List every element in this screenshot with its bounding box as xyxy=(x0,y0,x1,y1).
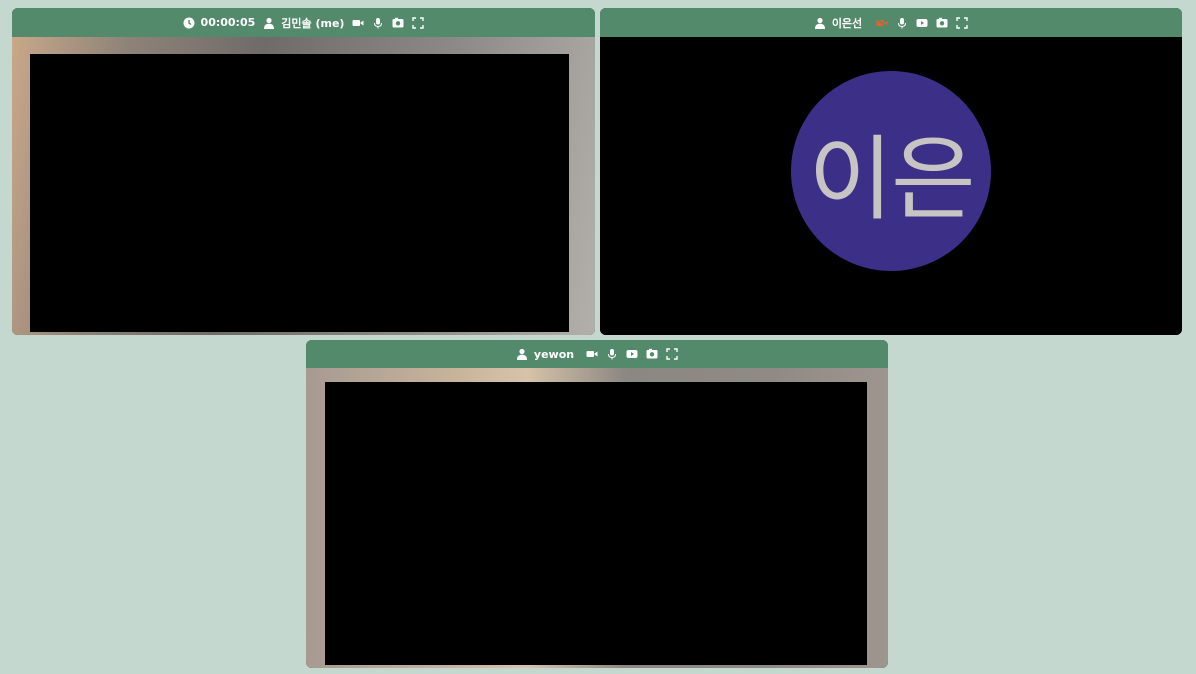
youtube-icon[interactable] xyxy=(916,17,928,29)
fullscreen-icon[interactable] xyxy=(412,16,425,29)
camera-icon[interactable] xyxy=(586,348,598,360)
mic-icon[interactable] xyxy=(606,348,618,360)
avatar: 이은 xyxy=(791,71,991,271)
clock-icon xyxy=(183,17,195,29)
video-feed-off: 이은 xyxy=(600,37,1182,335)
video-tile-self[interactable]: 00:00:05 김민솔 (me) xyxy=(12,8,595,335)
mic-icon[interactable] xyxy=(372,17,384,29)
record-icon[interactable] xyxy=(646,348,658,360)
participant-name: yewon xyxy=(533,347,575,361)
video-tile-participant[interactable]: 이은선 이은 xyxy=(600,8,1182,335)
video-tile-participant[interactable]: yewon xyxy=(306,340,888,668)
tile-header: 이은선 xyxy=(600,8,1182,37)
user-icon xyxy=(263,17,275,29)
user-icon xyxy=(814,17,826,29)
video-redaction xyxy=(325,382,867,665)
camera-icon[interactable] xyxy=(352,17,364,29)
mic-icon[interactable] xyxy=(896,17,908,29)
participant-name: 이은선 xyxy=(831,16,863,30)
tile-header: 00:00:05 김민솔 (me) xyxy=(12,8,595,37)
fullscreen-icon[interactable] xyxy=(666,348,678,360)
record-icon[interactable] xyxy=(936,17,948,29)
youtube-icon[interactable] xyxy=(626,348,638,360)
call-timer: 00:00:05 xyxy=(200,16,256,29)
tile-header: yewon xyxy=(306,340,888,368)
video-redaction xyxy=(30,54,569,332)
video-feed xyxy=(12,37,595,335)
record-icon[interactable] xyxy=(392,17,404,29)
camera-off-icon[interactable] xyxy=(876,17,888,29)
participant-name: 김민솔 (me) xyxy=(281,16,345,30)
user-icon xyxy=(516,348,528,360)
fullscreen-icon[interactable] xyxy=(956,16,968,29)
video-feed xyxy=(306,368,888,668)
